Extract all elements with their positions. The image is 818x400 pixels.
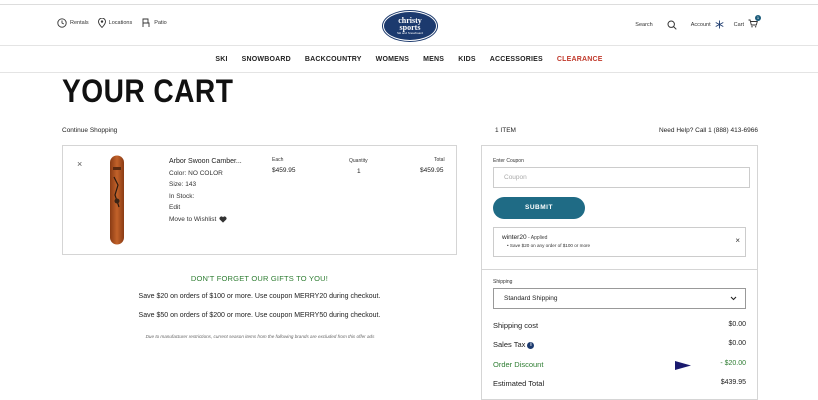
map-pin-icon (97, 18, 106, 28)
applied-coupon-desc: • Save $20 on any order of $100 or more (507, 243, 591, 248)
applied-coupon: winter20 - Applied • Save $20 on any ord… (493, 227, 746, 257)
search-label: Search (635, 21, 653, 28)
header-utility-links: Rentals Locations Patio (57, 18, 176, 28)
product-stock: In Stock: (169, 192, 195, 200)
locations-label: Locations (108, 20, 133, 26)
cart-label: Cart (733, 21, 744, 28)
nav-womens[interactable]: WOMENS (376, 56, 409, 63)
cart-count-badge: 1 (755, 15, 761, 21)
total-header: Total (434, 157, 445, 163)
remove-item-icon[interactable]: × (77, 159, 82, 169)
main-nav: SKI SNOWBOARD BACKCOUNTRY WOMENS MENS KI… (0, 46, 818, 73)
product-color: Color: NO COLOR (169, 169, 223, 177)
patio-link[interactable]: Patio (141, 18, 167, 28)
heart-icon (219, 216, 227, 223)
each-price: $459.95 (272, 167, 296, 174)
snowflake-icon (715, 20, 724, 29)
rentals-link[interactable]: Rentals (57, 18, 89, 28)
edit-link[interactable]: Edit (169, 202, 242, 214)
shipping-selected: Standard Shipping (504, 295, 558, 302)
estimated-total-label: Estimated Total (493, 379, 545, 388)
coupon-desc-text: Save $20 on any order of $100 or more (509, 243, 591, 248)
nav-ski[interactable]: SKI (215, 56, 227, 63)
cart-link[interactable]: Cart 1 (733, 15, 761, 30)
order-discount-row: Order Discount - $20.00 (493, 360, 746, 369)
shipping-cost-row: Shipping cost $0.00 (493, 321, 746, 330)
pointer-arrow-icon (675, 361, 691, 370)
header-account-links: Search Account Cart 1 (625, 15, 761, 30)
shipping-method-select[interactable]: Standard Shipping (493, 288, 746, 309)
sales-tax-value: $0.00 (728, 340, 746, 347)
account-label: Account (690, 21, 711, 28)
order-summary: Enter Coupon Coupon SUBMIT winter20 - Ap… (481, 145, 758, 400)
product-details: Arbor Swoon Camber... Color: NO COLOR Si… (169, 156, 242, 225)
shipping-cost-label: Shipping cost (493, 321, 539, 330)
total-price: $459.95 (420, 167, 444, 174)
clock-icon (57, 18, 67, 28)
each-header: Each (272, 157, 284, 163)
wishlist-label: Move to Wishlist (169, 215, 217, 223)
account-link[interactable]: Account (691, 20, 724, 29)
promo-line-2: Save $50 on orders of $200 or more. Use … (138, 312, 381, 319)
search-link[interactable]: Search (635, 19, 677, 30)
nav-snowboard[interactable]: SNOWBOARD (242, 56, 291, 63)
summary-divider (482, 269, 757, 270)
cart-item-card: × Arbor Swoon Camber... Color: NO COLOR … (62, 145, 457, 255)
order-discount-label: Order Discount (493, 360, 544, 369)
coupon-label: Enter Coupon (493, 158, 524, 164)
continue-shopping-link[interactable]: Continue Shopping (62, 127, 117, 134)
applied-coupon-code: winter20 - Applied (502, 234, 547, 241)
christy-sports-logo[interactable]: christy sports Ski and Snowboard (383, 11, 437, 41)
move-to-wishlist[interactable]: Move to Wishlist (169, 214, 242, 226)
locations-link[interactable]: Locations (97, 18, 133, 28)
patio-chair-icon (142, 18, 150, 27)
submit-coupon-button[interactable]: SUBMIT (493, 197, 585, 219)
logo-text-2: sports (399, 23, 421, 32)
quantity-header: Quantity (349, 158, 368, 164)
snowboard-image (110, 155, 124, 245)
patio-label: Patio (154, 20, 167, 26)
page-title: YOUR CART (62, 73, 234, 109)
item-count: 1 ITEM (495, 127, 516, 134)
nav-kids[interactable]: KIDS (458, 56, 476, 63)
promo-title: DON'T FORGET OUR GIFTS TO YOU! (190, 274, 329, 283)
coupon-status: - Applied (526, 235, 548, 241)
chevron-down-icon (730, 289, 737, 316)
cart-icon-wrap: 1 (744, 15, 761, 30)
nav-clearance[interactable]: CLEARANCE (557, 56, 603, 63)
search-icon (667, 19, 677, 30)
coupon-input[interactable]: Coupon (493, 167, 750, 188)
promo-line-1: Save $20 on orders of $100 or more. Use … (138, 293, 381, 300)
info-icon[interactable]: i (527, 342, 535, 349)
sales-tax-label: Sales Tax (493, 340, 526, 349)
rentals-label: Rentals (70, 20, 89, 26)
quantity-value[interactable]: 1 (357, 168, 361, 175)
help-phone[interactable]: Need Help? Call 1 (888) 413-6966 (659, 127, 758, 134)
estimated-total-row: Estimated Total $439.95 (493, 379, 746, 388)
nav-mens[interactable]: MENS (423, 56, 444, 63)
nav-backcountry[interactable]: BACKCOUNTRY (305, 56, 362, 63)
promo-disclaimer: Due to manufacturer restrictions, curren… (145, 334, 375, 339)
remove-coupon-icon[interactable]: × (735, 236, 740, 245)
product-name[interactable]: Arbor Swoon Camber... (169, 156, 242, 168)
site-header: Rentals Locations Patio christy sports S… (0, 4, 818, 46)
coupon-code-text: winter20 (502, 234, 527, 241)
sales-tax-row: Sales Tax i $0.00 (493, 340, 746, 349)
nav-accessories[interactable]: ACCESSORIES (490, 56, 543, 63)
shipping-label: Shipping (493, 279, 513, 285)
shipping-cost-value: $0.00 (728, 321, 746, 328)
order-discount-value: - $20.00 (720, 360, 746, 367)
estimated-total-value: $439.95 (720, 379, 746, 386)
logo-text-3: Ski and Snowboard (396, 31, 424, 35)
product-size: Size: 143 (169, 181, 197, 188)
